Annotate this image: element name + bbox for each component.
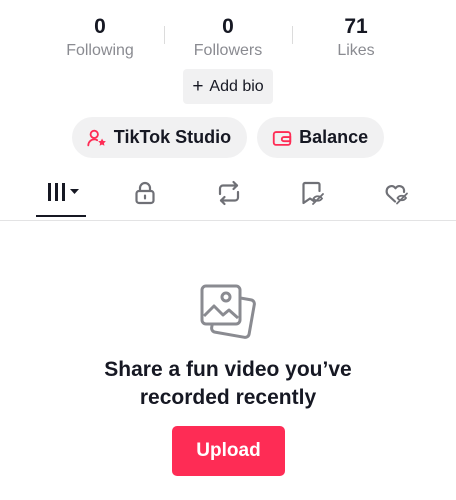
creator-person-star-icon bbox=[87, 129, 106, 146]
tab-favorites[interactable] bbox=[283, 170, 343, 220]
empty-state-message: Share a fun video you’ve recorded recent… bbox=[0, 356, 456, 412]
following-stat[interactable]: 0 Following bbox=[36, 14, 164, 62]
grid-bars-dropdown-icon bbox=[48, 183, 79, 201]
likes-count: 71 bbox=[344, 15, 368, 38]
add-bio-label: Add bio bbox=[209, 77, 264, 95]
tab-reposts[interactable] bbox=[199, 170, 259, 220]
wallet-icon bbox=[272, 130, 292, 146]
photos-icon bbox=[200, 284, 256, 339]
following-count: 0 bbox=[94, 15, 106, 38]
tab-liked[interactable] bbox=[367, 170, 427, 220]
lock-icon bbox=[135, 181, 155, 205]
bookmark-hidden-icon bbox=[302, 181, 324, 205]
profile-action-chips: TikTok Studio Balance bbox=[0, 117, 456, 158]
heart-hidden-icon bbox=[385, 184, 408, 205]
add-bio-button[interactable]: + Add bio bbox=[183, 69, 273, 104]
balance-label: Balance bbox=[299, 127, 369, 147]
repost-icon bbox=[218, 180, 240, 206]
likes-label: Likes bbox=[337, 42, 375, 59]
empty-state-line-2: recorded recently bbox=[139, 386, 317, 409]
profile-stats: 0 Following 0 Followers 71 Likes bbox=[0, 14, 456, 62]
balance-button[interactable]: Balance bbox=[257, 117, 385, 158]
plus-icon: + bbox=[192, 76, 204, 97]
active-tab-indicator bbox=[36, 215, 86, 217]
followers-count: 0 bbox=[222, 15, 234, 38]
followers-label: Followers bbox=[193, 42, 263, 59]
empty-state-line-1: Share a fun video you’ve bbox=[104, 358, 352, 381]
tiktok-studio-label: TikTok Studio bbox=[113, 127, 232, 147]
tab-private[interactable] bbox=[115, 170, 175, 220]
likes-stat[interactable]: 71 Likes bbox=[292, 14, 420, 62]
tiktok-studio-button[interactable]: TikTok Studio bbox=[71, 117, 248, 158]
bio-row: + Add bio bbox=[0, 69, 456, 104]
followers-stat[interactable]: 0 Followers bbox=[164, 14, 292, 62]
following-label: Following bbox=[66, 42, 134, 59]
profile-tab-bar bbox=[0, 170, 456, 221]
upload-button[interactable]: Upload bbox=[172, 426, 285, 476]
tab-videos[interactable] bbox=[31, 170, 91, 220]
